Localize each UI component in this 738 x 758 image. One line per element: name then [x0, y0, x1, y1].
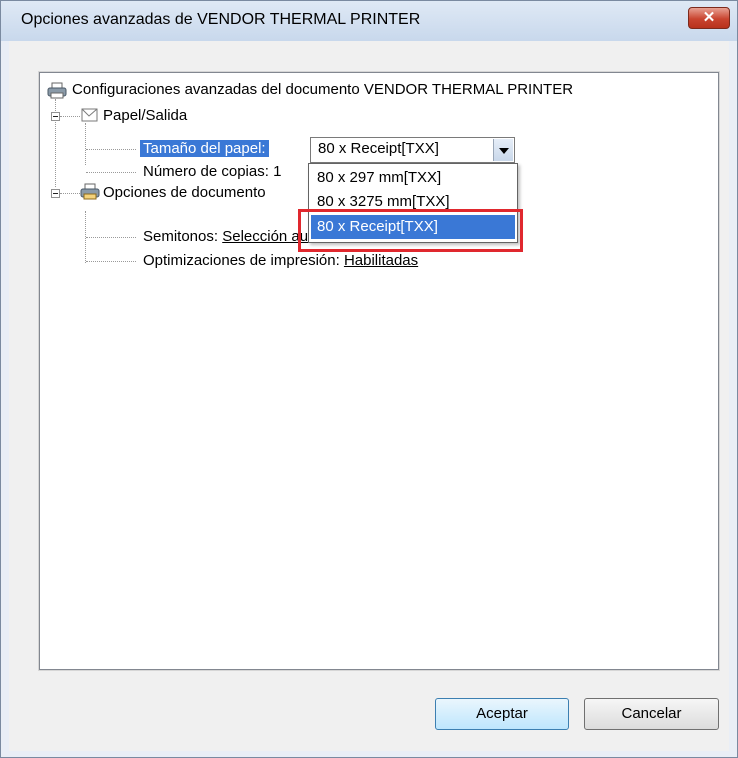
optimizations-setting[interactable]: Optimizaciones de impresión: Habilitadas: [143, 251, 418, 271]
window-title: Opciones avanzadas de VENDOR THERMAL PRI…: [21, 11, 421, 28]
collapse-toggle[interactable]: [51, 189, 60, 198]
halftone-label: Semitonos:: [143, 228, 219, 245]
paper-size-combobox-value: 80 x Receipt[TXX]: [318, 140, 439, 157]
dialog-window: Opciones avanzadas de VENDOR THERMAL PRI…: [0, 0, 738, 758]
printer-icon: [47, 82, 67, 99]
settings-tree[interactable]: Configuraciones avanzadas del documento …: [38, 71, 720, 671]
cancel-button[interactable]: Cancelar: [584, 698, 719, 730]
chevron-down-icon[interactable]: [493, 139, 513, 161]
optimizations-value[interactable]: Habilitadas: [344, 252, 418, 269]
collapse-toggle[interactable]: [51, 112, 60, 121]
close-icon: ✕: [702, 9, 716, 26]
title-bar[interactable]: Opciones avanzadas de VENDOR THERMAL PRI…: [1, 1, 737, 41]
tree-line: [86, 261, 136, 262]
tree-line: [86, 172, 136, 173]
close-button[interactable]: ✕: [688, 7, 730, 29]
copies-label[interactable]: Número de copias: 1: [143, 162, 281, 182]
tree-line: [86, 149, 136, 150]
tree-root-label[interactable]: Configuraciones avanzadas del documento …: [72, 80, 573, 100]
paper-size-combobox[interactable]: 80 x Receipt[TXX]: [310, 137, 515, 163]
document-options-icon: [80, 183, 100, 200]
dropdown-option[interactable]: 80 x 297 mm[TXX]: [311, 166, 515, 190]
tree-line: [85, 123, 86, 165]
tree-line: [86, 237, 136, 238]
tree-line: [60, 116, 80, 117]
highlight-annotation-box: [298, 209, 523, 252]
tree-line: [60, 193, 80, 194]
paper-size-label[interactable]: Tamaño del papel:: [140, 139, 269, 159]
optimizations-label: Optimizaciones de impresión:: [143, 252, 340, 269]
tree-node-document-options[interactable]: Opciones de documento: [103, 183, 266, 203]
paper-size-label-text: Tamaño del papel:: [140, 140, 269, 157]
paper-icon: [81, 108, 98, 122]
dialog-client-area: Configuraciones avanzadas del documento …: [9, 41, 729, 751]
ok-button[interactable]: Aceptar: [435, 698, 569, 730]
tree-node-paper-output[interactable]: Papel/Salida: [103, 106, 187, 126]
